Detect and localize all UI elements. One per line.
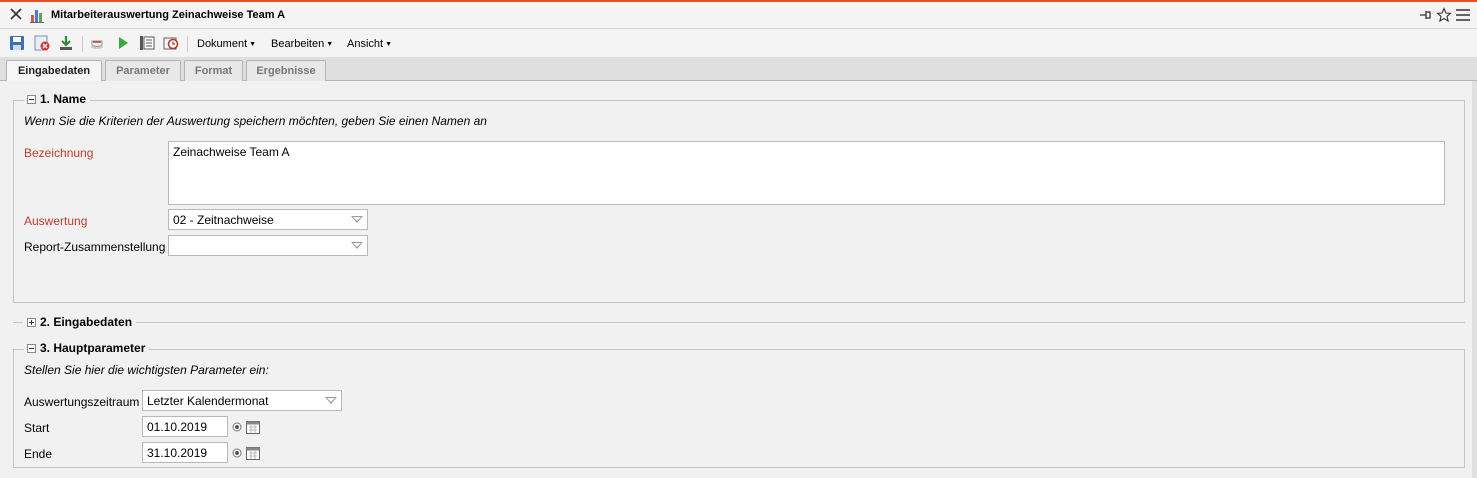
auswertungszeitraum-select[interactable]: Letzter Kalendermonat [142, 390, 342, 411]
menu-dokument[interactable]: Dokument ▼ [197, 38, 256, 50]
tab-strip: Eingabedaten Parameter Format Ergebnisse [0, 57, 1477, 82]
window-title: Mitarbeiterauswertung Zeinachweise Team … [51, 9, 286, 21]
calendar-icon[interactable] [245, 445, 261, 461]
expand-icon[interactable] [27, 317, 36, 327]
tab-format[interactable]: Format [184, 60, 243, 81]
report-zusammenstellung-label: Report-Zusammenstellung [24, 240, 166, 254]
section-hauptparameter-legend[interactable]: 3. Hauptparameter [24, 341, 150, 355]
save-icon[interactable] [9, 35, 25, 51]
divider [13, 322, 23, 323]
download-icon[interactable] [58, 35, 74, 51]
toolbar: Dokument ▼ Bearbeiten ▼ Ansicht ▼ [0, 30, 1477, 57]
start-label: Start [24, 421, 50, 435]
tab-eingabedaten[interactable]: Eingabedaten [6, 60, 102, 82]
section-hauptparameter-hint: Stellen Sie hier die wichtigsten Paramet… [24, 363, 269, 377]
toolbar-separator [82, 36, 83, 52]
calendar-icon[interactable] [245, 419, 261, 435]
coffee-icon[interactable] [90, 35, 106, 51]
start-date-input[interactable]: 01.10.2019 [142, 416, 228, 437]
collapse-icon[interactable] [27, 343, 36, 353]
clear-radio-icon[interactable] [229, 445, 245, 461]
caret-down-icon: ▼ [326, 41, 334, 48]
bezeichnung-textarea[interactable]: Zeinachweise Team A [168, 141, 1445, 205]
auswertung-label: Auswertung [24, 214, 88, 228]
discard-icon[interactable] [34, 35, 50, 51]
report-zusammenstellung-select[interactable] [168, 235, 368, 256]
ende-label: Ende [24, 447, 53, 461]
caret-down-icon: ▼ [385, 41, 393, 48]
tab-parameter[interactable]: Parameter [105, 60, 181, 81]
dropdown-arrow-icon[interactable] [351, 242, 363, 249]
auswertungszeitraum-label: Auswertungszeitraum [24, 395, 140, 409]
section-eingabedaten-legend[interactable]: 2. Eingabedaten [24, 315, 137, 329]
dropdown-arrow-icon[interactable] [351, 216, 363, 223]
section-name-hint: Wenn Sie die Kriterien der Auswertung sp… [24, 114, 487, 128]
hamburger-menu-icon[interactable] [1455, 7, 1471, 23]
scroll-edge [1472, 81, 1477, 478]
report-icon[interactable] [163, 35, 179, 51]
list-icon[interactable] [139, 35, 155, 51]
pin-icon[interactable] [1417, 7, 1433, 23]
toolbar-separator [187, 36, 188, 52]
menu-ansicht[interactable]: Ansicht ▼ [347, 38, 392, 50]
star-icon[interactable] [1436, 7, 1452, 23]
dropdown-arrow-icon[interactable] [325, 397, 337, 404]
close-icon[interactable] [9, 7, 23, 21]
run-icon[interactable] [115, 35, 131, 51]
section-name-legend[interactable]: 1. Name [24, 92, 91, 106]
bar-chart-icon [30, 10, 44, 23]
bezeichnung-label: Bezeichnung [24, 146, 94, 160]
collapse-icon[interactable] [27, 94, 36, 104]
menu-bearbeiten[interactable]: Bearbeiten ▼ [271, 38, 333, 50]
tab-ergebnisse[interactable]: Ergebnisse [246, 60, 326, 81]
auswertung-select[interactable]: 02 - Zeitnachweise [168, 209, 368, 230]
caret-down-icon: ▼ [249, 41, 257, 48]
ende-date-input[interactable]: 31.10.2019 [142, 442, 228, 463]
window-titlebar: Mitarbeiterauswertung Zeinachweise Team … [0, 2, 1477, 29]
clear-radio-icon[interactable] [229, 419, 245, 435]
divider [133, 322, 1465, 323]
